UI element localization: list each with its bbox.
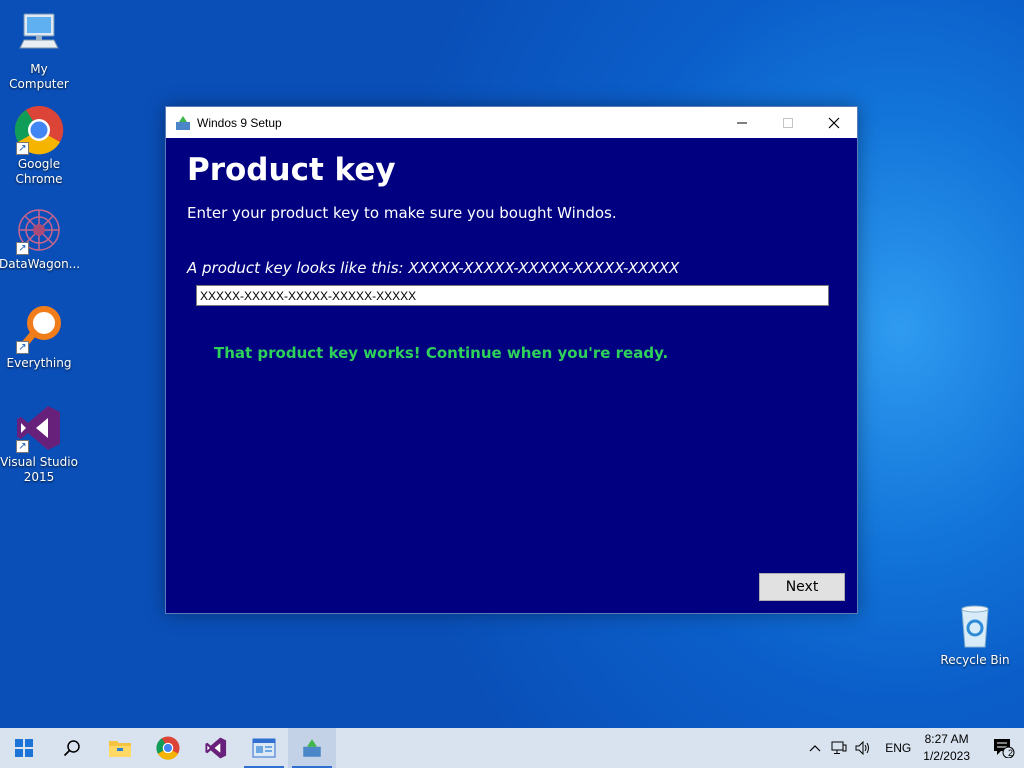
desktop-icon-my-computer[interactable]: My Computer: [0, 10, 79, 92]
setup-app-icon: [175, 115, 191, 131]
search-button[interactable]: [48, 728, 96, 768]
clock[interactable]: 8:27 AM 1/2/2023: [923, 731, 970, 765]
desktop-icon-label: Visual Studio 2015: [0, 455, 78, 484]
language-indicator[interactable]: ENG: [885, 741, 911, 755]
product-key-hint: A product key looks like this: XXXXX-XXX…: [187, 259, 680, 277]
windows-logo-icon: [15, 739, 33, 757]
taskbar-chrome[interactable]: [144, 728, 192, 768]
desktop-icon-label: DataWagon...: [0, 257, 81, 271]
minimize-button[interactable]: [719, 107, 765, 138]
start-button[interactable]: [0, 728, 48, 768]
next-button[interactable]: Next: [759, 573, 845, 601]
close-button[interactable]: [811, 107, 857, 138]
clock-time: 8:27 AM: [924, 732, 969, 746]
window-content: Product key Enter your product key to ma…: [166, 138, 857, 614]
maximize-button[interactable]: [765, 107, 811, 138]
datawagon-icon: ↗: [14, 205, 64, 255]
window-title: Windos 9 Setup: [197, 115, 282, 130]
taskbar-app-window[interactable]: [240, 728, 288, 768]
desktop-icon-recycle-bin[interactable]: Recycle Bin: [935, 601, 1015, 668]
clock-date: 1/2/2023: [923, 749, 970, 763]
desktop-icon-label: Recycle Bin: [940, 653, 1010, 667]
minimize-icon: [737, 122, 747, 123]
recycle-bin-icon: [950, 601, 1000, 651]
computer-icon: [14, 10, 64, 60]
chrome-icon: ↗: [14, 105, 64, 155]
shortcut-arrow-icon: ↗: [16, 142, 29, 155]
shortcut-arrow-icon: ↗: [16, 242, 29, 255]
app-window-icon: [252, 738, 276, 758]
action-center-button[interactable]: 2: [984, 738, 1024, 758]
desktop-icon-label: My Computer: [9, 62, 69, 91]
desktop-icon-label: Google Chrome: [15, 157, 63, 186]
network-icon[interactable]: [827, 741, 851, 755]
desktop-icon-label: Everything: [6, 356, 72, 370]
taskbar-file-explorer[interactable]: [96, 728, 144, 768]
taskbar-visual-studio[interactable]: [192, 728, 240, 768]
window-titlebar[interactable]: Windos 9 Setup: [166, 107, 857, 138]
close-icon: [828, 117, 840, 128]
system-tray: ENG 8:27 AM 1/2/2023 2: [803, 728, 1024, 768]
notification-count: 2: [1008, 748, 1014, 758]
product-key-input[interactable]: [196, 285, 829, 306]
chrome-icon: [156, 736, 180, 760]
show-hidden-icons-button[interactable]: [803, 744, 827, 752]
maximize-icon: [783, 117, 793, 128]
search-icon: [63, 740, 80, 757]
shortcut-arrow-icon: ↗: [16, 440, 29, 453]
page-title: Product key: [187, 152, 396, 188]
success-message: That product key works! Continue when yo…: [214, 344, 669, 362]
setup-app-icon: [303, 739, 321, 757]
chevron-up-icon: [809, 745, 821, 752]
desktop-icon-google-chrome[interactable]: ↗ Google Chrome: [0, 105, 79, 187]
desktop-icon-visual-studio[interactable]: ↗ Visual Studio 2015: [0, 403, 79, 485]
visual-studio-icon: ↗: [14, 403, 64, 453]
desktop-icon-datawagon[interactable]: ↗ DataWagon...: [0, 205, 81, 272]
taskbar-setup[interactable]: [288, 728, 336, 768]
visual-studio-icon: [205, 737, 227, 759]
page-subtitle: Enter your product key to make sure you …: [187, 204, 617, 222]
desktop-icon-everything[interactable]: ↗ Everything: [0, 304, 79, 371]
taskbar: ENG 8:27 AM 1/2/2023 2: [0, 728, 1024, 768]
shortcut-arrow-icon: ↗: [16, 341, 29, 354]
volume-icon[interactable]: [851, 741, 875, 755]
folder-icon: [109, 741, 131, 757]
setup-window: Windos 9 Setup Product key Enter your pr…: [165, 106, 858, 614]
everything-icon: ↗: [14, 304, 64, 354]
